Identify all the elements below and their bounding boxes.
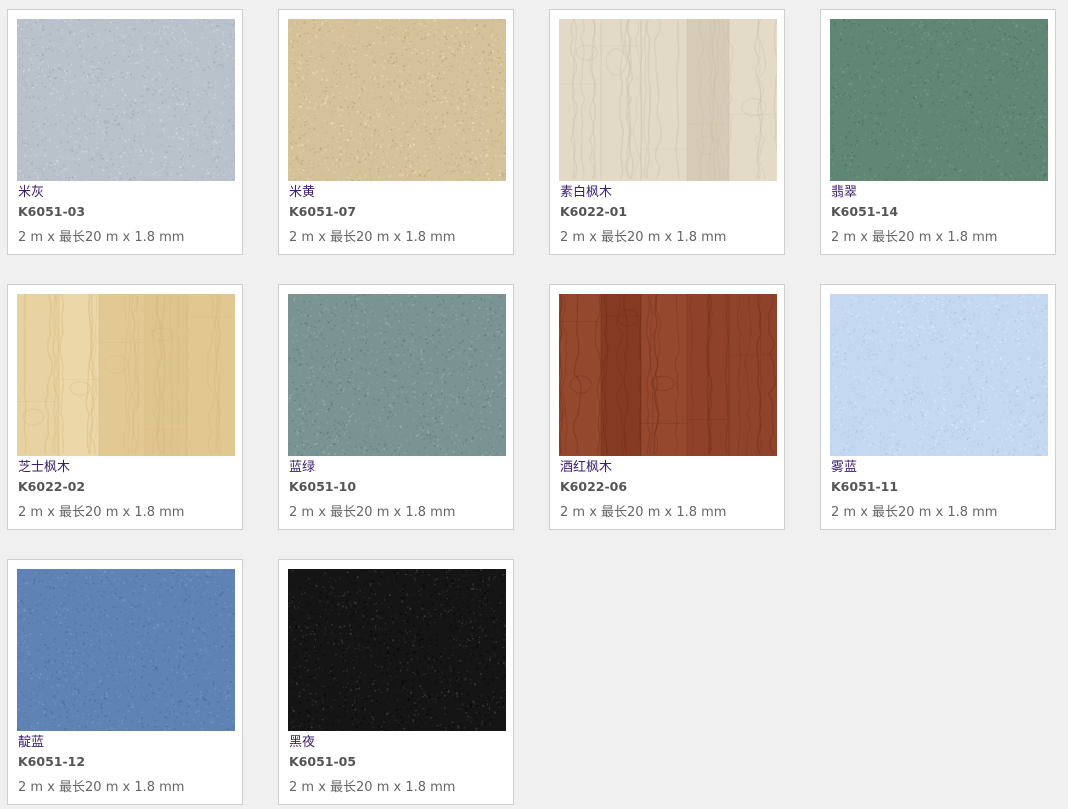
- product-dimensions: 2 m x 最长20 m x 1.8 mm: [18, 505, 185, 520]
- product-dimensions: 2 m x 最长20 m x 1.8 mm: [289, 230, 456, 245]
- product-name[interactable]: 靛蓝: [18, 735, 44, 751]
- product-code: K6051-07: [289, 204, 357, 219]
- product-swatch-image[interactable]: [830, 294, 1048, 456]
- product-swatch-image[interactable]: [559, 19, 777, 181]
- product-swatch-image[interactable]: [17, 19, 235, 181]
- product-card[interactable]: 翡翠 K6051-14 2 m x 最长20 m x 1.8 mm: [820, 9, 1056, 255]
- product-name[interactable]: 米灰: [18, 185, 44, 201]
- product-card[interactable]: 黑夜 K6051-05 2 m x 最长20 m x 1.8 mm: [278, 559, 514, 805]
- product-code: K6051-03: [18, 204, 86, 219]
- product-dimensions: 2 m x 最长20 m x 1.8 mm: [289, 505, 456, 520]
- product-name[interactable]: 芝士枫木: [18, 460, 70, 476]
- product-code: K6022-02: [18, 479, 86, 494]
- product-swatch-image[interactable]: [830, 19, 1048, 181]
- product-swatch-image[interactable]: [559, 294, 777, 456]
- product-code: K6051-05: [289, 754, 357, 769]
- product-name[interactable]: 米黄: [289, 185, 315, 201]
- product-name[interactable]: 黑夜: [289, 735, 315, 751]
- product-card[interactable]: 蓝绿 K6051-10 2 m x 最长20 m x 1.8 mm: [278, 284, 514, 530]
- product-name[interactable]: 酒红枫木: [560, 460, 612, 476]
- product-dimensions: 2 m x 最长20 m x 1.8 mm: [831, 230, 998, 245]
- product-swatch-image[interactable]: [288, 294, 506, 456]
- product-swatch-image[interactable]: [17, 569, 235, 731]
- product-card[interactable]: 芝士枫木 K6022-02 2 m x 最长20 m x 1.8 mm: [7, 284, 243, 530]
- product-name[interactable]: 素白枫木: [560, 185, 612, 201]
- product-code: K6051-11: [831, 479, 899, 494]
- product-code: K6022-06: [560, 479, 628, 494]
- product-card[interactable]: 酒红枫木 K6022-06 2 m x 最长20 m x 1.8 mm: [549, 284, 785, 530]
- product-card[interactable]: 米黄 K6051-07 2 m x 最长20 m x 1.8 mm: [278, 9, 514, 255]
- product-dimensions: 2 m x 最长20 m x 1.8 mm: [831, 505, 998, 520]
- product-swatch-image[interactable]: [17, 294, 235, 456]
- product-card[interactable]: 米灰 K6051-03 2 m x 最长20 m x 1.8 mm: [7, 9, 243, 255]
- product-card[interactable]: 雾蓝 K6051-11 2 m x 最长20 m x 1.8 mm: [820, 284, 1056, 530]
- product-dimensions: 2 m x 最长20 m x 1.8 mm: [18, 780, 185, 795]
- product-dimensions: 2 m x 最长20 m x 1.8 mm: [560, 230, 727, 245]
- product-code: K6022-01: [560, 204, 628, 219]
- product-code: K6051-12: [18, 754, 86, 769]
- product-swatch-image[interactable]: [288, 19, 506, 181]
- product-name[interactable]: 蓝绿: [289, 460, 315, 476]
- product-dimensions: 2 m x 最长20 m x 1.8 mm: [560, 505, 727, 520]
- product-swatch-grid: 米灰 K6051-03 2 m x 最长20 m x 1.8 mm 米黄 K6051-0…: [0, 0, 1068, 809]
- product-swatch-image[interactable]: [288, 569, 506, 731]
- product-name[interactable]: 雾蓝: [831, 460, 857, 476]
- product-dimensions: 2 m x 最长20 m x 1.8 mm: [18, 230, 185, 245]
- product-card[interactable]: 靛蓝 K6051-12 2 m x 最长20 m x 1.8 mm: [7, 559, 243, 805]
- product-name[interactable]: 翡翠: [831, 185, 857, 201]
- product-dimensions: 2 m x 最长20 m x 1.8 mm: [289, 780, 456, 795]
- product-code: K6051-14: [831, 204, 899, 219]
- product-card[interactable]: 素白枫木 K6022-01 2 m x 最长20 m x 1.8 mm: [549, 9, 785, 255]
- product-code: K6051-10: [289, 479, 357, 494]
